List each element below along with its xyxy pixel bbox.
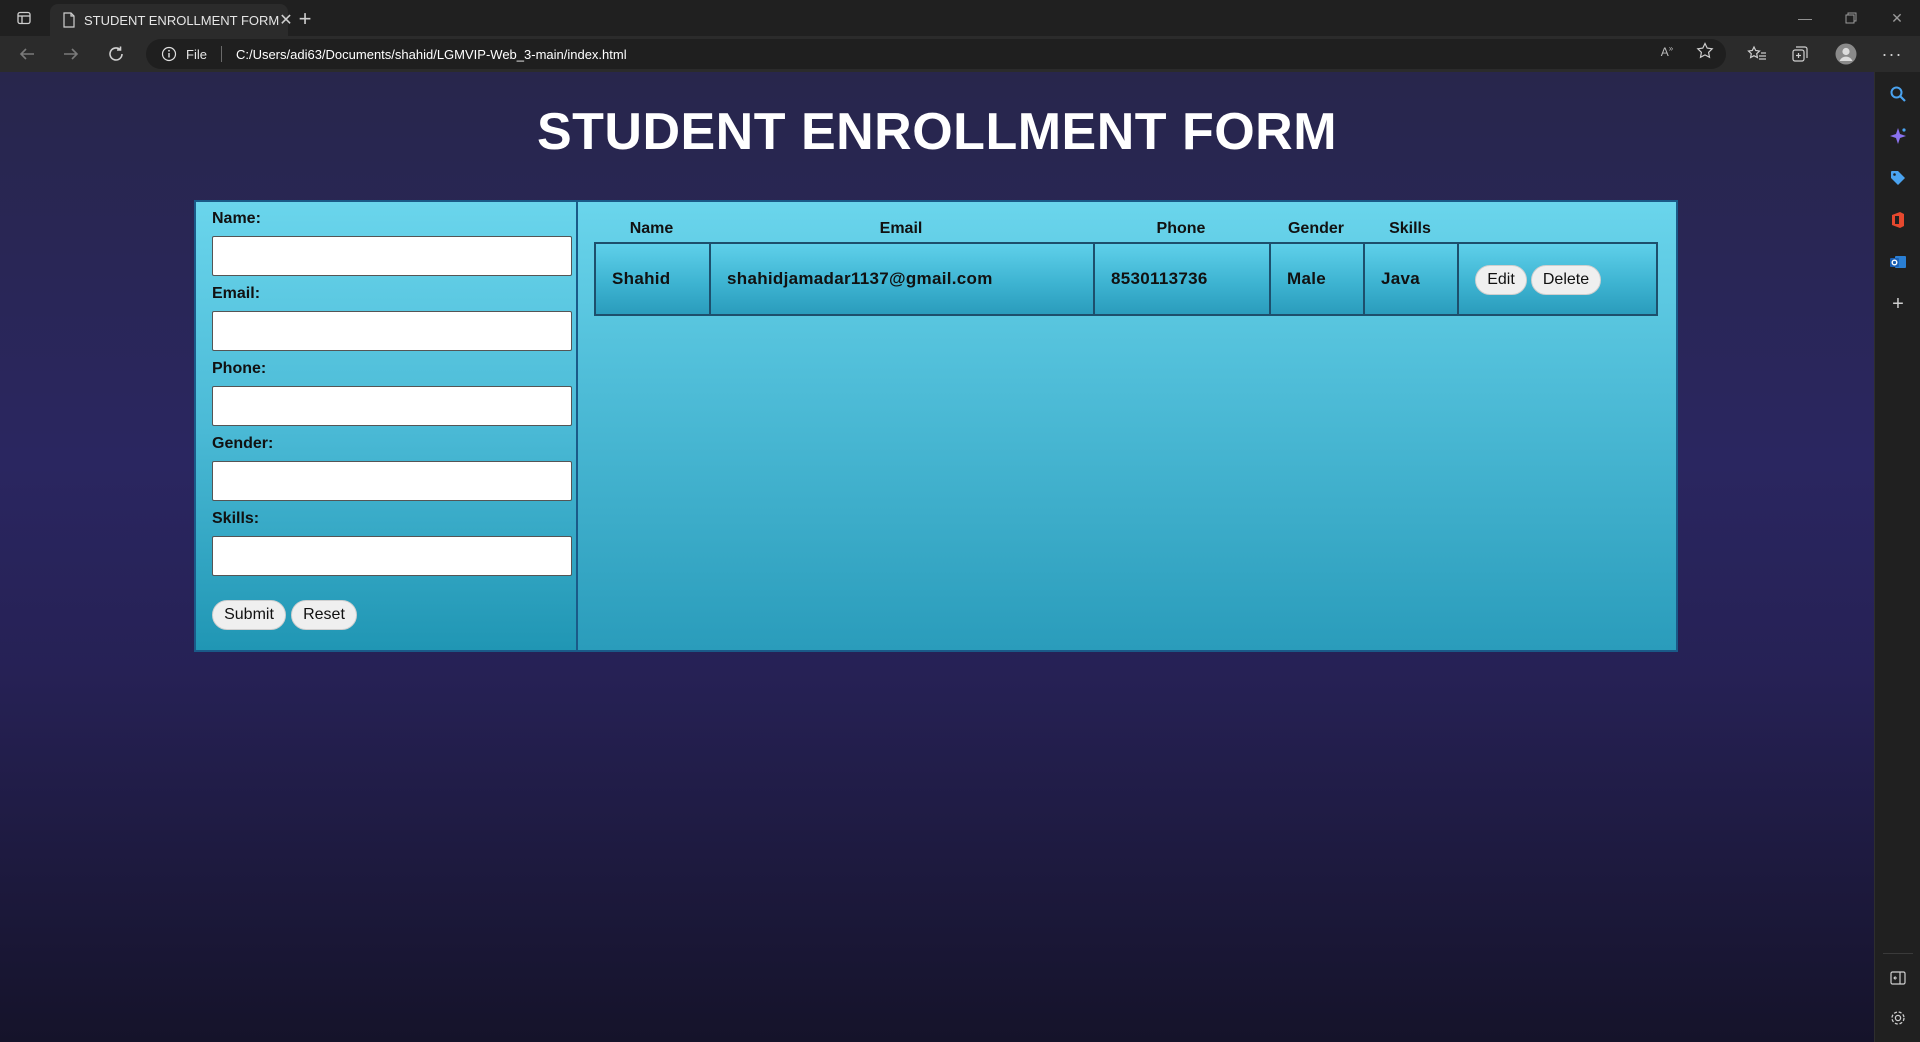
header-gender: Gender	[1287, 220, 1344, 237]
copilot-sparkle-icon[interactable]	[1886, 124, 1910, 148]
cell-email: shahidjamadar1137@gmail.com	[710, 243, 1094, 315]
enrollment-form: Name: Email: Phone: Gender: Skills: Subm…	[196, 202, 578, 650]
cell-skills: Java	[1364, 243, 1458, 315]
sidebar-divider	[1883, 953, 1913, 954]
enrollment-container: Name: Email: Phone: Gender: Skills: Subm…	[194, 200, 1678, 652]
office-icon[interactable]	[1886, 208, 1910, 232]
students-table: Name Email Phone Gender Skills Shahid sh…	[578, 202, 1676, 650]
reset-button[interactable]: Reset	[291, 600, 357, 630]
cell-phone: 8530113736	[1094, 243, 1270, 315]
protocol-label: File	[186, 46, 207, 62]
delete-button[interactable]: Delete	[1531, 265, 1601, 295]
restore-icon[interactable]	[1828, 0, 1874, 36]
address-divider	[220, 46, 222, 62]
edit-button[interactable]: Edit	[1475, 265, 1527, 295]
new-tab-icon[interactable]: +	[292, 6, 318, 32]
refresh-icon[interactable]	[101, 40, 131, 68]
email-label: Email:	[212, 285, 261, 302]
name-input[interactable]	[212, 236, 572, 276]
skills-label: Skills:	[212, 510, 260, 527]
header-name: Name	[629, 220, 674, 237]
phone-input[interactable]	[212, 386, 572, 426]
skills-input[interactable]	[212, 536, 572, 576]
close-tab-icon[interactable]: ✕	[279, 8, 292, 32]
minimize-icon[interactable]: —	[1782, 0, 1828, 36]
hide-sidebar-icon[interactable]	[1886, 966, 1910, 990]
outlook-icon[interactable]	[1886, 250, 1910, 274]
page-content: STUDENT ENROLLMENT FORM Name: Email: Pho…	[0, 72, 1874, 1042]
settings-gear-icon[interactable]	[1886, 1006, 1910, 1030]
read-aloud-icon[interactable]: A»	[1656, 41, 1678, 61]
more-options-icon[interactable]: ···	[1877, 40, 1907, 68]
favorites-icon[interactable]	[1742, 40, 1772, 68]
search-icon[interactable]	[1886, 82, 1910, 106]
table-row: Shahid shahidjamadar1137@gmail.com 85301…	[594, 242, 1658, 316]
add-sidebar-app-icon[interactable]: +	[1886, 292, 1910, 316]
page-title: STUDENT ENROLLMENT FORM	[536, 103, 1338, 161]
cell-gender: Male	[1270, 243, 1364, 315]
header-skills: Skills	[1389, 220, 1431, 237]
header-phone: Phone	[1156, 220, 1206, 237]
browser-toolbar: File C:/Users/adi63/Documents/shahid/LGM…	[0, 36, 1920, 72]
submit-button[interactable]: Submit	[212, 600, 286, 630]
collections-icon[interactable]	[1785, 40, 1815, 68]
cell-actions: Edit Delete	[1458, 243, 1657, 315]
address-bar[interactable]: File C:/Users/adi63/Documents/shahid/LGM…	[146, 39, 1726, 69]
gender-label: Gender:	[212, 435, 274, 452]
tab-actions-icon[interactable]	[10, 8, 38, 28]
tag-icon[interactable]	[1886, 166, 1910, 190]
browser-sidebar: +	[1874, 72, 1920, 1042]
gender-input[interactable]	[212, 461, 572, 501]
tab-title: STUDENT ENROLLMENT FORM	[84, 12, 280, 28]
header-email: Email	[879, 220, 923, 237]
info-icon[interactable]	[160, 45, 178, 63]
email-input[interactable]	[212, 311, 572, 351]
add-favorite-icon[interactable]	[1694, 41, 1716, 61]
browser-tab[interactable]: STUDENT ENROLLMENT FORM ✕	[50, 4, 293, 36]
document-icon	[62, 11, 76, 29]
browser-title-bar: STUDENT ENROLLMENT FORM ✕ + — ✕	[0, 0, 1920, 36]
url-text[interactable]: C:/Users/adi63/Documents/shahid/LGMVIP-W…	[236, 47, 627, 62]
close-window-icon[interactable]: ✕	[1874, 0, 1920, 36]
name-label: Name:	[212, 210, 261, 227]
back-icon[interactable]	[12, 40, 42, 68]
cell-name: Shahid	[595, 243, 710, 315]
forward-icon[interactable]	[56, 40, 86, 68]
profile-avatar-icon[interactable]	[1831, 40, 1861, 68]
phone-label: Phone:	[212, 360, 267, 377]
